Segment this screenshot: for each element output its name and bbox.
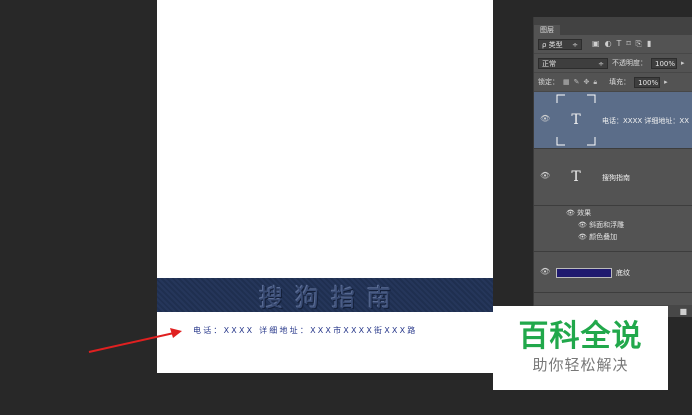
blend-mode-value: 正常: [542, 59, 556, 68]
title-banner: 搜狗指南: [157, 278, 493, 312]
panel-tab-row: 图层: [534, 25, 692, 35]
lock-image-icon[interactable]: ✎: [574, 78, 580, 87]
lock-all-icon[interactable]: 🔒︎: [593, 78, 597, 87]
panel-title-bar[interactable]: [534, 17, 692, 25]
folder-icon[interactable]: ■: [679, 307, 687, 316]
eye-icon[interactable]: 👁︎: [540, 114, 550, 123]
effect-color-overlay[interactable]: 👁︎ 颜色叠加: [578, 232, 617, 242]
lock-icons: ▦ ✎ ✥ 🔒︎: [563, 78, 597, 87]
watermark-brand: 百科全说: [518, 319, 643, 354]
opacity-input[interactable]: 100%: [651, 57, 677, 69]
lock-row: 锁定： ▦ ✎ ✥ 🔒︎ 填充： 100% ▸: [534, 73, 692, 92]
text-layer-thumbnail-icon: T: [571, 169, 581, 185]
lock-label: 锁定：: [538, 78, 559, 86]
opacity-dropdown-icon[interactable]: ▸: [681, 59, 685, 67]
tab-layers[interactable]: 图层: [534, 25, 560, 35]
fill-dropdown-icon[interactable]: ▸: [664, 78, 668, 86]
red-arrow-icon: [88, 328, 182, 353]
watermark: 百科全说 助你轻松解决: [493, 306, 668, 390]
filter-stepper: ÷: [572, 40, 578, 49]
lock-transparent-icon[interactable]: ▦: [563, 78, 570, 87]
filter-kind-select[interactable]: ρ 类型 ÷: [538, 38, 582, 50]
blend-mode-select[interactable]: 正常 ÷: [538, 57, 608, 69]
effects-toggle[interactable]: 👁︎ 效果: [566, 208, 591, 218]
layers-panel: 图层 ρ 类型 ÷ ▣ ◐ T ⌑ ⎘ ▮ 正常 ÷ 不透明度： 100% ▸ …: [533, 17, 692, 317]
layer-title-text[interactable]: 👁︎ T 搜狗指南: [534, 149, 692, 206]
watermark-tagline: 助你轻松解决: [532, 356, 629, 374]
eye-icon[interactable]: 👁︎: [540, 171, 550, 180]
text-filter-icon[interactable]: T: [617, 39, 622, 49]
contact-info-text: 电话：XXXX 详细地址：XXX市XXXX街XXX路: [193, 326, 418, 335]
document-canvas-area: 搜狗指南 电话：XXXX 详细地址：XXX市XXXX街XXX路 图层 ρ 类型 …: [0, 0, 692, 415]
effects-label: 效果: [577, 209, 592, 217]
image-filter-icon[interactable]: ▣: [592, 39, 600, 49]
effect-bevel-emboss[interactable]: 👁︎ 斜面和浮雕: [578, 220, 624, 230]
blend-stepper: ÷: [598, 59, 604, 68]
document-page[interactable]: 搜狗指南 电话：XXXX 详细地址：XXX市XXXX街XXX路: [157, 0, 493, 373]
shape-layer-thumbnail: [556, 268, 612, 278]
filter-icons: ▣ ◐ T ⌑ ⎘ ▮: [592, 39, 651, 49]
layer-background-texture[interactable]: 👁︎ 底纹: [534, 252, 692, 293]
fill-label: 填充：: [609, 78, 631, 86]
blend-row: 正常 ÷ 不透明度： 100% ▸: [534, 54, 692, 73]
adjustment-filter-icon[interactable]: ◐: [605, 39, 612, 49]
layer-name: 电话：XXXX 详细地址：XX: [602, 117, 689, 125]
layer-contact-text[interactable]: 👁︎ T 电话：XXXX 详细地址：XX: [534, 92, 692, 149]
layer-effects-group: 👁︎ 效果 👁︎ 斜面和浮雕 👁︎ 颜色叠加: [534, 206, 692, 252]
filter-kind-value: ρ 类型: [542, 40, 563, 49]
eye-icon[interactable]: 👁︎: [540, 267, 550, 276]
layer-name: 搜狗指南: [602, 174, 630, 182]
smart-object-filter-icon[interactable]: ⎘: [636, 39, 642, 49]
filter-toggle-icon[interactable]: ▮: [647, 39, 651, 49]
filter-row: ρ 类型 ÷ ▣ ◐ T ⌑ ⎘ ▮: [534, 35, 692, 54]
layer-name: 底纹: [616, 269, 630, 277]
effect-name: 斜面和浮雕: [589, 221, 625, 229]
opacity-label: 不透明度：: [612, 59, 647, 67]
shape-filter-icon[interactable]: ⌑: [626, 39, 630, 49]
banner-title-text: 搜狗指南: [259, 283, 403, 312]
effect-name: 颜色叠加: [589, 233, 618, 241]
lock-position-icon[interactable]: ✥: [584, 78, 590, 87]
fill-input[interactable]: 100%: [634, 76, 661, 88]
selection-corners-icon: [556, 94, 596, 146]
